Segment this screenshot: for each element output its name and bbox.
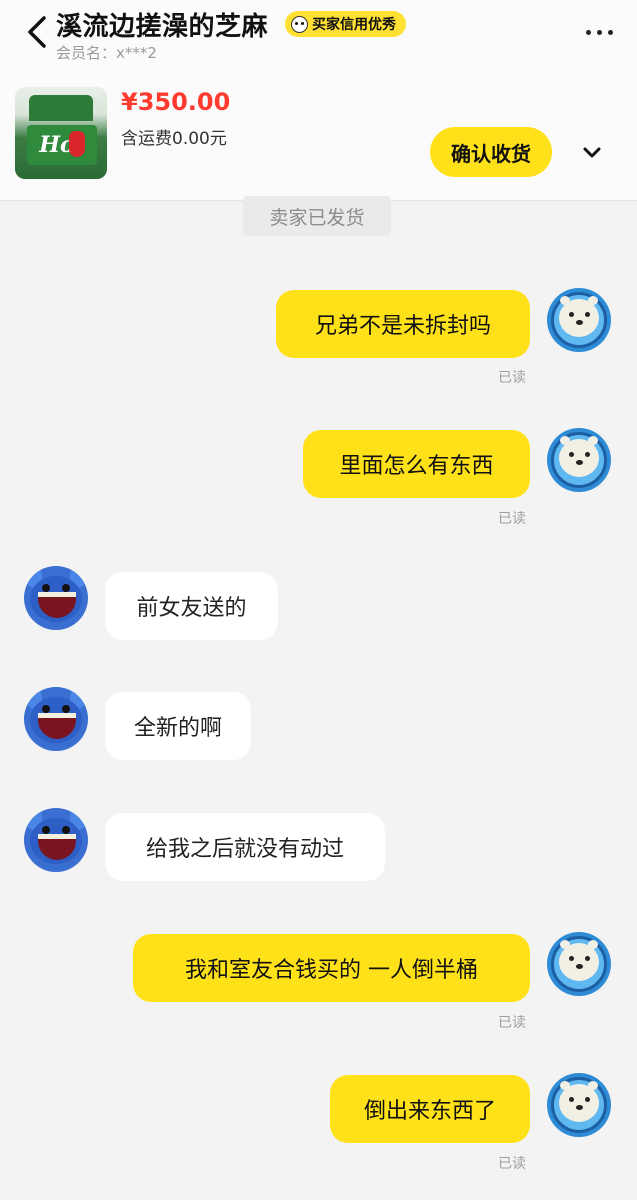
- back-icon[interactable]: [22, 14, 52, 50]
- system-message: 卖家已发货: [243, 196, 391, 236]
- message-bubble-sent[interactable]: 里面怎么有东西: [303, 430, 530, 498]
- message-bubble-sent[interactable]: 倒出来东西了: [330, 1075, 530, 1143]
- credit-badge-label: 买家信用优秀: [312, 17, 396, 33]
- read-status: 已读: [498, 511, 526, 527]
- read-status: 已读: [498, 1015, 526, 1031]
- member-name: 会员名：x***2: [56, 44, 157, 62]
- product-thumb-text: Hot: [27, 125, 97, 165]
- chevron-down-icon[interactable]: [580, 140, 604, 164]
- read-status: 已读: [498, 1156, 526, 1172]
- message-bubble-received[interactable]: 前女友送的: [105, 572, 278, 640]
- badge-face-icon: [291, 15, 308, 33]
- message-bubble-sent[interactable]: 兄弟不是未拆封吗: [276, 290, 530, 358]
- shipping-fee: 含运费0.00元: [121, 129, 227, 149]
- seller-name: 溪流边搓澡的芝麻: [56, 12, 269, 42]
- product-thumbnail[interactable]: Hot: [15, 87, 107, 179]
- chat-header: 溪流边搓澡的芝麻 买家信用优秀 会员名：x***2 Hot ¥350.00 含运…: [0, 0, 637, 201]
- my-avatar[interactable]: [547, 428, 611, 492]
- read-status: 已读: [498, 370, 526, 386]
- my-avatar[interactable]: [547, 288, 611, 352]
- more-options-icon[interactable]: [586, 30, 613, 35]
- credit-badge: 买家信用优秀: [285, 11, 406, 37]
- seller-avatar[interactable]: [24, 808, 88, 872]
- product-price: ¥350.00: [121, 88, 231, 116]
- my-avatar[interactable]: [547, 1073, 611, 1137]
- confirm-receipt-button[interactable]: 确认收货: [430, 127, 552, 177]
- message-bubble-sent[interactable]: 我和室友合钱买的 一人倒半桶: [133, 934, 530, 1002]
- seller-avatar[interactable]: [24, 566, 88, 630]
- my-avatar[interactable]: [547, 932, 611, 996]
- message-bubble-received[interactable]: 给我之后就没有动过: [105, 813, 385, 881]
- message-bubble-received[interactable]: 全新的啊: [105, 692, 251, 760]
- seller-avatar[interactable]: [24, 687, 88, 751]
